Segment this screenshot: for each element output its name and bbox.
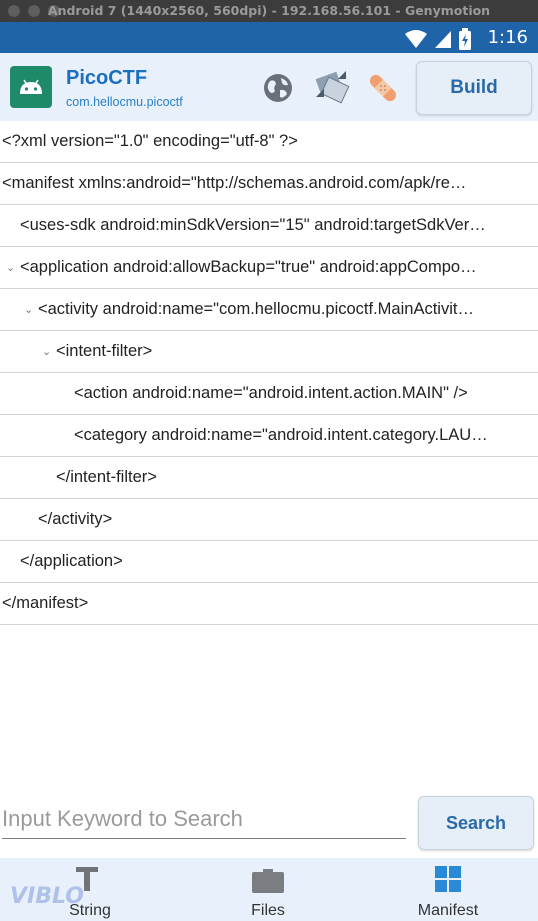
signal-icon: [435, 31, 451, 48]
chevron-down-icon[interactable]: ⌄: [42, 345, 51, 358]
app-name: PicoCTF: [66, 67, 148, 89]
search-button[interactable]: Search: [418, 796, 534, 850]
watermark-logo: VIBLO: [10, 884, 84, 909]
tree-row[interactable]: <?xml version="1.0" encoding="utf-8" ?>: [0, 121, 538, 163]
tree-row[interactable]: ⌄ <intent-filter>: [0, 331, 538, 373]
tree-row[interactable]: <uses-sdk android:minSdkVersion="15" and…: [0, 205, 538, 247]
status-bar: 1:16: [0, 22, 538, 53]
wifi-icon: [405, 30, 427, 48]
tree-row[interactable]: </intent-filter>: [0, 457, 538, 499]
package-name: com.hellocmu.picoctf: [66, 95, 183, 109]
tree-row[interactable]: <category android:name="android.intent.c…: [0, 415, 538, 457]
grid-icon: [435, 866, 461, 892]
bandage-icon[interactable]: [364, 69, 402, 107]
tree-row-text: </activity>: [38, 510, 113, 528]
tree-row-text: </intent-filter>: [56, 468, 157, 486]
tree-row[interactable]: ⌄ <activity android:name="com.hellocmu.p…: [0, 289, 538, 331]
resize-icon[interactable]: [312, 67, 350, 105]
nav-item-manifest[interactable]: Manifest: [358, 858, 538, 921]
window-title: Android 7 (1440x2560, 560dpi) - 192.168.…: [47, 3, 491, 18]
tree-row[interactable]: </manifest>: [0, 583, 538, 625]
tree-row[interactable]: ⌄ <application android:allowBackup="true…: [0, 247, 538, 289]
tree-row-text: <intent-filter>: [56, 342, 153, 360]
manifest-tree: <?xml version="1.0" encoding="utf-8" ?> …: [0, 121, 538, 625]
tree-row-text: <action android:name="android.intent.act…: [74, 384, 468, 402]
tree-row-text: <uses-sdk android:minSdkVersion="15" and…: [20, 216, 486, 234]
tree-row[interactable]: </activity>: [0, 499, 538, 541]
chevron-down-icon[interactable]: ⌄: [24, 303, 33, 316]
tree-row-text: </manifest>: [2, 594, 89, 612]
tree-row[interactable]: <manifest xmlns:android="http://schemas.…: [0, 163, 538, 205]
app-bar: PicoCTF com.hellocmu.picoctf Build: [0, 53, 538, 121]
tree-row[interactable]: </application>: [0, 541, 538, 583]
search-input[interactable]: [2, 800, 406, 839]
tree-row[interactable]: <action android:name="android.intent.act…: [0, 373, 538, 415]
nav-item-files[interactable]: Files: [178, 858, 358, 921]
chevron-down-icon[interactable]: ⌄: [6, 261, 15, 274]
tree-row-text: <?xml version="1.0" encoding="utf-8" ?>: [2, 132, 298, 150]
globe-icon[interactable]: [261, 71, 295, 105]
tree-row-text: </application>: [20, 552, 123, 570]
nav-label-manifest: Manifest: [417, 902, 479, 919]
clock: 1:16: [487, 27, 528, 48]
tree-row-text: <application android:allowBackup="true" …: [20, 258, 477, 276]
android-logo-icon: [10, 66, 52, 108]
tree-row-text: <manifest xmlns:android="http://schemas.…: [2, 174, 467, 192]
nav-label-files: Files: [251, 902, 285, 919]
window-titlebar: Android 7 (1440x2560, 560dpi) - 192.168.…: [0, 0, 538, 22]
status-icons: [404, 28, 472, 50]
folder-icon: [252, 869, 284, 893]
battery-icon: [459, 28, 471, 50]
build-button[interactable]: Build: [416, 61, 532, 115]
tree-row-text: <category android:name="android.intent.c…: [74, 426, 488, 444]
tree-row-text: <activity android:name="com.hellocmu.pic…: [38, 300, 474, 318]
